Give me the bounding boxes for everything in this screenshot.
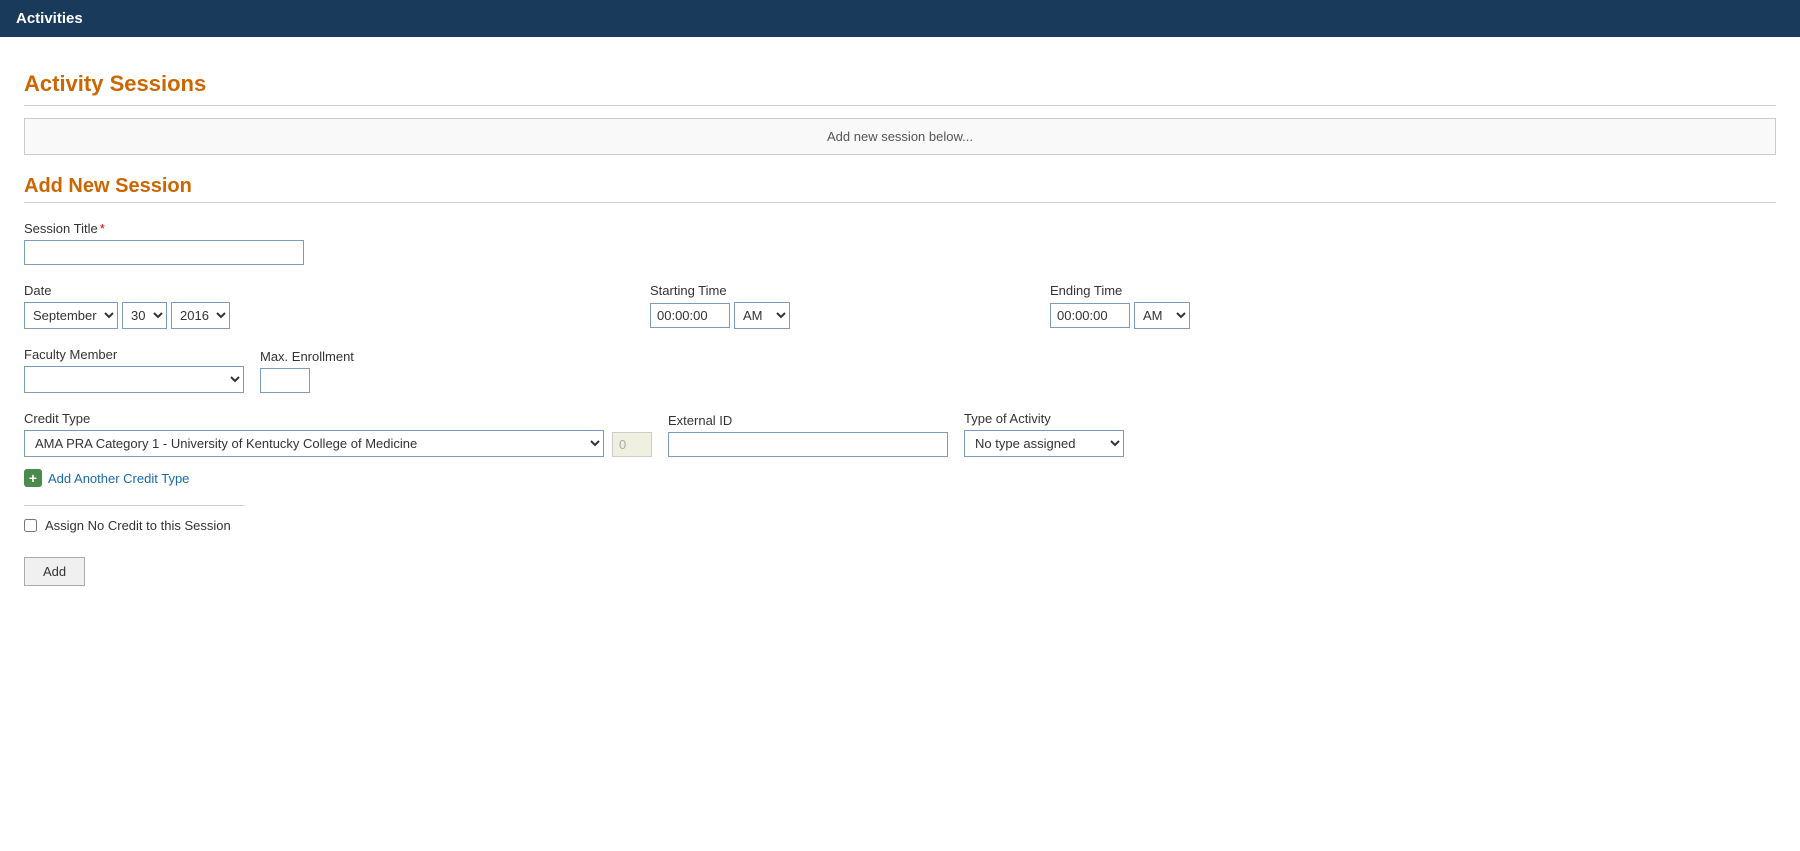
starting-time-inputs: AM PM <box>650 302 790 329</box>
add-another-credit-type-link[interactable]: Add Another Credit Type <box>48 471 189 486</box>
external-id-label: External ID <box>668 413 948 428</box>
add-button-row: Add <box>24 557 1776 586</box>
activity-sessions-section: Activity Sessions Add new session below.… <box>24 71 1776 155</box>
external-id-value-input[interactable] <box>612 432 652 457</box>
activity-sessions-title: Activity Sessions <box>24 71 1776 97</box>
add-new-session-title: Add New Session <box>24 175 1776 198</box>
ending-ampm-select[interactable]: AM PM <box>1134 302 1190 329</box>
add-new-divider <box>24 202 1776 203</box>
type-activity-group: Type of Activity No type assigned <box>964 411 1124 457</box>
external-id-value-group <box>612 432 652 457</box>
top-bar: Activities <box>0 0 1800 37</box>
assign-separator <box>24 505 244 506</box>
faculty-label: Faculty Member <box>24 347 244 362</box>
ending-time-label: Ending Time <box>1050 283 1190 298</box>
assign-no-credit-row: Assign No Credit to this Session <box>24 518 1776 533</box>
max-enrollment-label: Max. Enrollment <box>260 349 354 364</box>
max-enrollment-input[interactable] <box>260 368 310 393</box>
starting-ampm-select[interactable]: AM PM <box>734 302 790 329</box>
required-star: * <box>100 221 105 236</box>
sessions-list-placeholder: Add new session below... <box>24 118 1776 155</box>
section-divider <box>24 105 1776 106</box>
app-title: Activities <box>16 10 83 27</box>
external-id-input[interactable] <box>668 432 948 457</box>
session-title-input[interactable] <box>24 240 304 265</box>
starting-time-group: Starting Time AM PM <box>650 283 790 329</box>
credit-row: Credit Type AMA PRA Category 1 - Univers… <box>24 411 1776 457</box>
ending-time-input[interactable] <box>1050 303 1130 328</box>
add-new-session-section: Add New Session Session Title* Date Sept… <box>24 175 1776 586</box>
credit-type-select[interactable]: AMA PRA Category 1 - University of Kentu… <box>24 430 604 457</box>
type-activity-label: Type of Activity <box>964 411 1124 426</box>
day-select[interactable]: 30 12345 678910 1112131415 1617181920 21… <box>122 302 167 329</box>
max-enrollment-group: Max. Enrollment <box>260 349 354 393</box>
credit-type-label: Credit Type <box>24 411 604 426</box>
add-credit-link-row: + Add Another Credit Type <box>24 469 1776 487</box>
faculty-max-row: Faculty Member Max. Enrollment <box>24 347 1776 393</box>
month-select[interactable]: September January February March April M… <box>24 302 118 329</box>
ending-time-group: Ending Time AM PM <box>1050 283 1190 329</box>
assign-no-credit-checkbox[interactable] <box>24 519 37 532</box>
page-content: Activity Sessions Add new session below.… <box>0 37 1800 602</box>
faculty-select[interactable] <box>24 366 244 393</box>
starting-time-input[interactable] <box>650 303 730 328</box>
faculty-group: Faculty Member <box>24 347 244 393</box>
plus-icon: + <box>24 469 42 487</box>
year-select[interactable]: 2016 2014 2015 2017 2018 <box>171 302 230 329</box>
date-group: Date September January February March Ap… <box>24 283 230 329</box>
type-activity-select[interactable]: No type assigned <box>964 430 1124 457</box>
session-title-label: Session Title* <box>24 221 1776 236</box>
date-label: Date <box>24 283 230 298</box>
date-time-row: Date September January February March Ap… <box>24 283 1776 329</box>
add-button[interactable]: Add <box>24 557 85 586</box>
ending-time-inputs: AM PM <box>1050 302 1190 329</box>
starting-time-label: Starting Time <box>650 283 790 298</box>
session-title-group: Session Title* <box>24 221 1776 265</box>
external-id-group: External ID <box>668 413 948 457</box>
credit-type-group: Credit Type AMA PRA Category 1 - Univers… <box>24 411 604 457</box>
date-selects: September January February March April M… <box>24 302 230 329</box>
assign-no-credit-label: Assign No Credit to this Session <box>45 518 231 533</box>
